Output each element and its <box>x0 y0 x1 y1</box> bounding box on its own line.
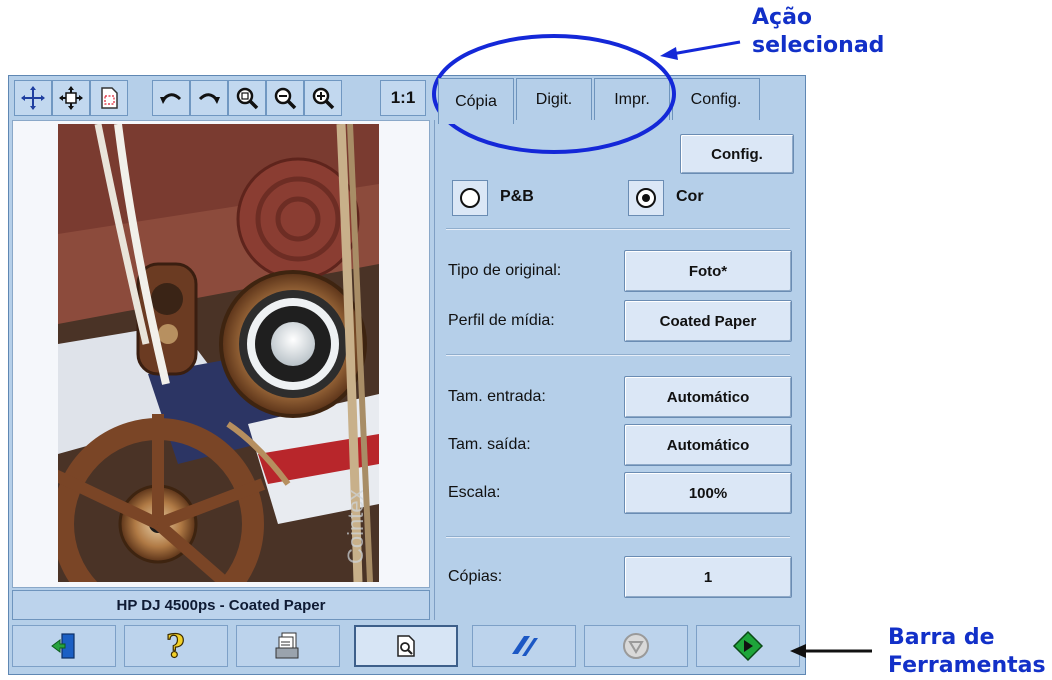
annotation-bottom: Barra de Ferramentas <box>888 624 1046 680</box>
annotation-top: Ação selecionad <box>752 4 884 60</box>
arrow-head-icon <box>660 47 678 60</box>
annotation-overlay <box>432 34 872 658</box>
tab-copia[interactable]: Cópia <box>438 78 514 124</box>
annotation-bottom-line2: Ferramentas <box>888 653 1046 678</box>
annotation-top-line1: Ação <box>752 5 813 30</box>
tab-copia-label: Cópia <box>455 92 497 110</box>
annotation-arrow-top <box>671 40 741 56</box>
arrow-head-icon <box>790 644 806 658</box>
annotation-top-line2: selecionad <box>752 33 885 58</box>
annotation-bottom-line1: Barra de <box>888 625 995 650</box>
